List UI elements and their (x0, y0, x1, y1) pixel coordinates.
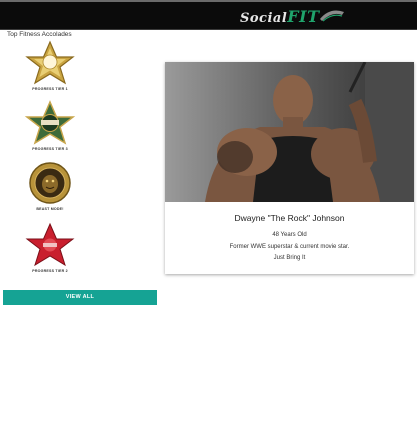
socialfit-logo[interactable]: SocialFIT (240, 6, 344, 26)
accolade-progress-tier-2[interactable]: PROGRESS TIER 2 (10, 222, 90, 273)
accolade-label: PROGRESS TIER 3 (32, 147, 68, 151)
gold-star-badge-icon (25, 40, 75, 85)
accolade-progress-tier-3[interactable]: PROGRESS TIER 3 (10, 100, 90, 151)
profile-photo (165, 62, 414, 202)
profile-name: Dwayne "The Rock" Johnson (234, 213, 345, 223)
accolade-label: PROGRESS TIER 2 (32, 269, 68, 273)
green-star-badge-icon (24, 100, 76, 145)
view-all-button[interactable]: VIEW ALL (3, 290, 157, 305)
app-header: SocialFIT (0, 2, 417, 30)
accolade-label: PROGRESS TIER 1 (32, 87, 68, 91)
profile-card: Dwayne "The Rock" Johnson 48 Years Old F… (165, 62, 414, 274)
profile-photo-image (165, 62, 414, 202)
red-star-badge-icon (25, 222, 75, 267)
accolade-progress-tier-1[interactable]: PROGRESS TIER 1 (10, 40, 90, 91)
profile-bio: Former WWE superstar & current movie sta… (229, 244, 350, 250)
beast-medallion-icon (29, 162, 71, 204)
logo-swoosh-icon (319, 10, 344, 22)
logo-fit-text: FIT (287, 6, 320, 26)
logo-social-text: Social (240, 10, 288, 26)
accolade-label: BEAST MODE! (36, 207, 64, 211)
accolades-title: Top Fitness Accolades (7, 31, 72, 38)
accolade-beast-mode[interactable]: BEAST MODE! (10, 162, 90, 211)
profile-age: 48 Years Old (272, 232, 307, 238)
profile-tagline: Just Bring It (273, 255, 306, 261)
